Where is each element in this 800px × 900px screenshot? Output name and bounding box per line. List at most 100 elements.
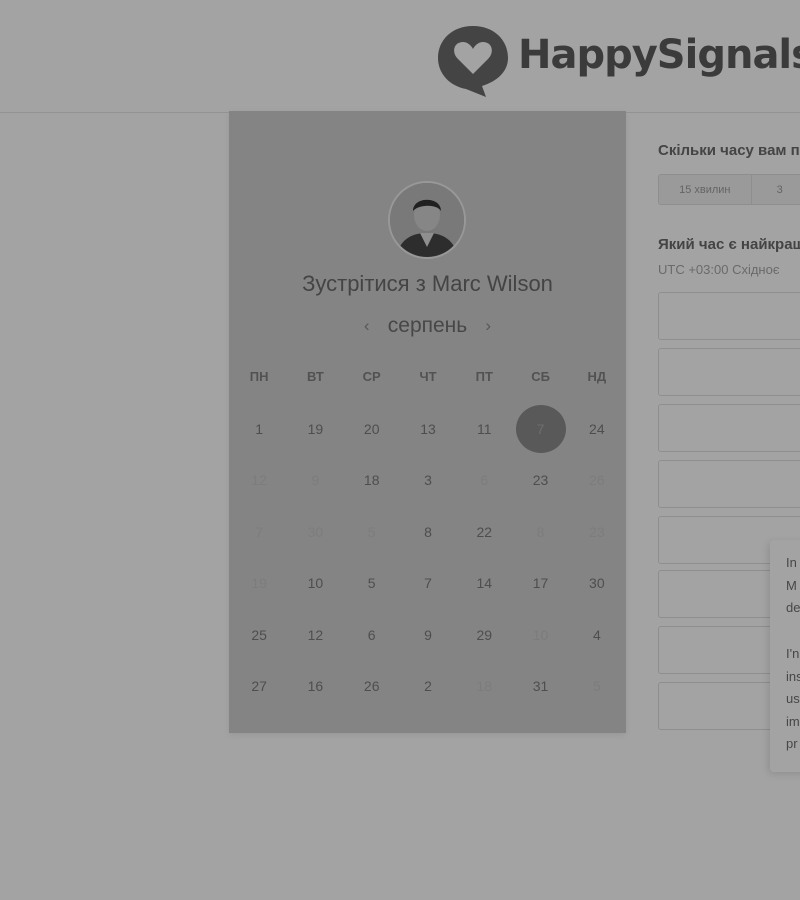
weekday-label: НД	[587, 369, 607, 384]
calendar-day[interactable]: 25	[231, 609, 287, 661]
day-number: 14	[476, 575, 493, 592]
day-number: 30	[307, 523, 324, 540]
calendar-day[interactable]: 4	[569, 609, 625, 661]
day-number: 13	[420, 420, 436, 437]
prev-month-chevron-icon[interactable]: ‹	[352, 316, 382, 336]
calendar-day[interactable]: 20	[344, 403, 400, 455]
popup-text-line: M	[786, 577, 797, 593]
calendar-day-unavailable: 8	[512, 506, 568, 558]
next-month-chevron-icon[interactable]: ›	[473, 316, 503, 336]
day-number: 29	[476, 626, 493, 643]
day-number: 2	[424, 678, 432, 695]
calendar-day-unavailable: 7	[231, 506, 287, 558]
calendar-day[interactable]: 3	[400, 455, 456, 507]
day-number: 6	[367, 626, 376, 643]
day-number: 9	[424, 626, 432, 643]
calendar-day[interactable]: 14	[456, 558, 512, 610]
day-number: 7	[536, 420, 545, 437]
calendar-day[interactable]: 2	[400, 661, 456, 713]
logo-text: HappySignals	[518, 32, 800, 78]
day-number: 6	[480, 472, 489, 489]
timezone-label[interactable]: UTC +03:00 Східноє	[658, 262, 779, 277]
calendar-day-unavailable: 6	[456, 455, 512, 507]
time-slot[interactable]	[658, 348, 800, 396]
calendar-day[interactable]: 24	[569, 403, 625, 455]
calendar-day-unavailable: 18	[456, 661, 512, 713]
popup-text-line: us	[786, 691, 800, 706]
meeting-title: Зустрітися з Marc Wilson	[302, 271, 553, 296]
calendar-day-unavailable: 9	[287, 455, 343, 507]
calendar-day-unavailable: 30	[287, 506, 343, 558]
day-number: 19	[251, 575, 267, 592]
duration-option-30[interactable]: 3	[752, 175, 800, 204]
calendar-day-unavailable: 19	[231, 558, 287, 610]
day-number: 31	[532, 678, 549, 695]
calendar-day[interactable]: 30	[569, 558, 625, 610]
weekday-label: ПН	[249, 369, 269, 384]
popup-text-line: pr	[786, 736, 798, 751]
weekday-label: ЧТ	[419, 369, 437, 384]
time-slot[interactable]	[658, 292, 800, 340]
calendar-day[interactable]: 10	[287, 558, 343, 610]
day-number: 10	[532, 626, 549, 643]
popup-paragraph: In M de	[770, 552, 800, 620]
calendar-day[interactable]: 19	[287, 403, 343, 455]
day-number: 1	[255, 420, 264, 437]
intro-popup: In M de I'n ins us im pr	[770, 540, 800, 772]
calendar-panel: Зустрітися з Marc Wilson ‹ серпень › ПН …	[229, 111, 626, 733]
calendar-day[interactable]: 31	[512, 661, 568, 713]
calendar-day[interactable]: 26	[344, 661, 400, 713]
month-navigation: ‹ серпень ›	[229, 314, 626, 338]
day-number: 7	[424, 575, 432, 592]
calendar-day[interactable]: 1	[231, 403, 287, 455]
weekday-label: СБ	[531, 369, 550, 384]
day-number: 7	[255, 523, 264, 540]
calendar-day[interactable]: 29	[456, 609, 512, 661]
day-number: 9	[311, 472, 320, 489]
time-slot[interactable]	[658, 404, 800, 452]
day-number: 18	[476, 678, 493, 695]
calendar-day[interactable]: 17	[512, 558, 568, 610]
calendar-day[interactable]: 8	[400, 506, 456, 558]
calendar-day-unavailable: 5	[344, 506, 400, 558]
popup-text-line: de	[786, 600, 800, 615]
day-number: 22	[476, 523, 493, 540]
calendar-day[interactable]: 12	[287, 609, 343, 661]
day-number: 25	[251, 626, 267, 643]
weekday-label: ПТ	[475, 369, 493, 384]
calendar-day[interactable]: 13	[400, 403, 456, 455]
calendar-day[interactable]: 27	[231, 661, 287, 713]
person-avatar-icon	[390, 183, 464, 257]
calendar-day[interactable]: 18	[344, 455, 400, 507]
day-number: 8	[536, 523, 545, 540]
popup-text-line: I'n	[786, 646, 800, 661]
calendar-day-unavailable: 10	[512, 609, 568, 661]
day-number: 24	[589, 420, 605, 437]
calendar-day[interactable]: 16	[287, 661, 343, 713]
day-number: 4	[592, 626, 601, 643]
calendar-day[interactable]: 9	[400, 609, 456, 661]
calendar-day[interactable]: 7	[400, 558, 456, 610]
calendar-day[interactable]: 23	[512, 455, 568, 507]
day-number: 23	[589, 523, 605, 540]
weekday-label: СР	[362, 369, 381, 384]
calendar-day[interactable]: 5	[344, 558, 400, 610]
calendar-day[interactable]: 11	[456, 403, 512, 455]
calendar-day-unavailable: 12	[231, 455, 287, 507]
duration-selector: 15 хвилин 3	[658, 174, 800, 205]
duration-option-15[interactable]: 15 хвилин	[659, 175, 752, 204]
day-number: 16	[307, 678, 324, 695]
calendar-day[interactable]: 6	[344, 609, 400, 661]
happysignals-logo[interactable]: HappySignals	[436, 20, 800, 100]
popup-text-line: In	[786, 555, 797, 570]
day-number: 12	[251, 472, 267, 489]
heart-chat-icon	[438, 26, 508, 97]
weekday-header: ПН ВТ СР ЧТ ПТ СБ НД	[231, 369, 625, 384]
popup-paragraph: I'n ins us im pr	[770, 643, 800, 756]
calendar-day[interactable]: 22	[456, 506, 512, 558]
duration-question: Скільки часу вам п	[658, 142, 800, 159]
day-number: 5	[367, 523, 376, 540]
calendar-day-selected[interactable]: 7	[512, 403, 568, 455]
time-slot[interactable]	[658, 460, 800, 508]
day-number: 11	[477, 420, 492, 437]
